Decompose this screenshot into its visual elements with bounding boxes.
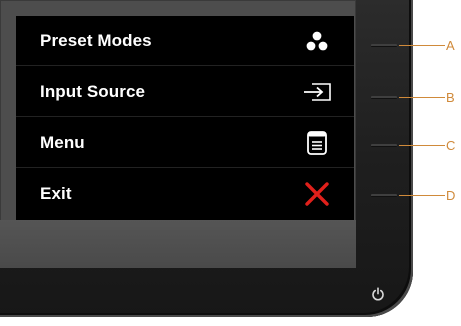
power-button[interactable] xyxy=(369,286,387,306)
callout-label-c: C xyxy=(446,138,456,153)
osd-item-preset-modes[interactable]: Preset Modes xyxy=(16,16,354,66)
osd-item-label: Menu xyxy=(40,132,85,152)
hardware-button-b[interactable] xyxy=(371,96,397,99)
osd-item-label: Exit xyxy=(40,184,72,203)
osd-item-exit[interactable]: Exit xyxy=(16,169,354,219)
screen-lower-area xyxy=(0,220,356,268)
monitor-photo: Preset Modes Input Source Menu Exit A B … xyxy=(0,0,461,326)
power-icon xyxy=(371,286,385,306)
menu-icon xyxy=(302,128,332,158)
osd-item-menu[interactable]: Menu xyxy=(16,118,354,168)
exit-icon xyxy=(302,179,332,209)
osd-item-label: Input Source xyxy=(40,81,146,101)
osd-item-input-source[interactable]: Input Source xyxy=(16,67,354,117)
hardware-button-a[interactable] xyxy=(371,44,397,47)
callout-label-b: B xyxy=(446,90,455,105)
callout-label-a: A xyxy=(446,38,455,53)
preset-modes-icon xyxy=(302,26,332,56)
callout-label-d: D xyxy=(446,188,456,203)
osd-menu: Preset Modes Input Source Menu Exit xyxy=(16,16,354,220)
callout-line-d xyxy=(399,195,445,196)
callout-line-c xyxy=(399,145,445,146)
callout-line-b xyxy=(399,97,445,98)
hardware-button-c[interactable] xyxy=(371,144,397,147)
hardware-button-d[interactable] xyxy=(371,194,397,197)
osd-item-label: Preset Modes xyxy=(40,30,152,50)
callout-line-a xyxy=(399,45,445,46)
input-source-icon xyxy=(302,77,332,107)
monitor-screen: Preset Modes Input Source Menu Exit xyxy=(0,0,356,268)
